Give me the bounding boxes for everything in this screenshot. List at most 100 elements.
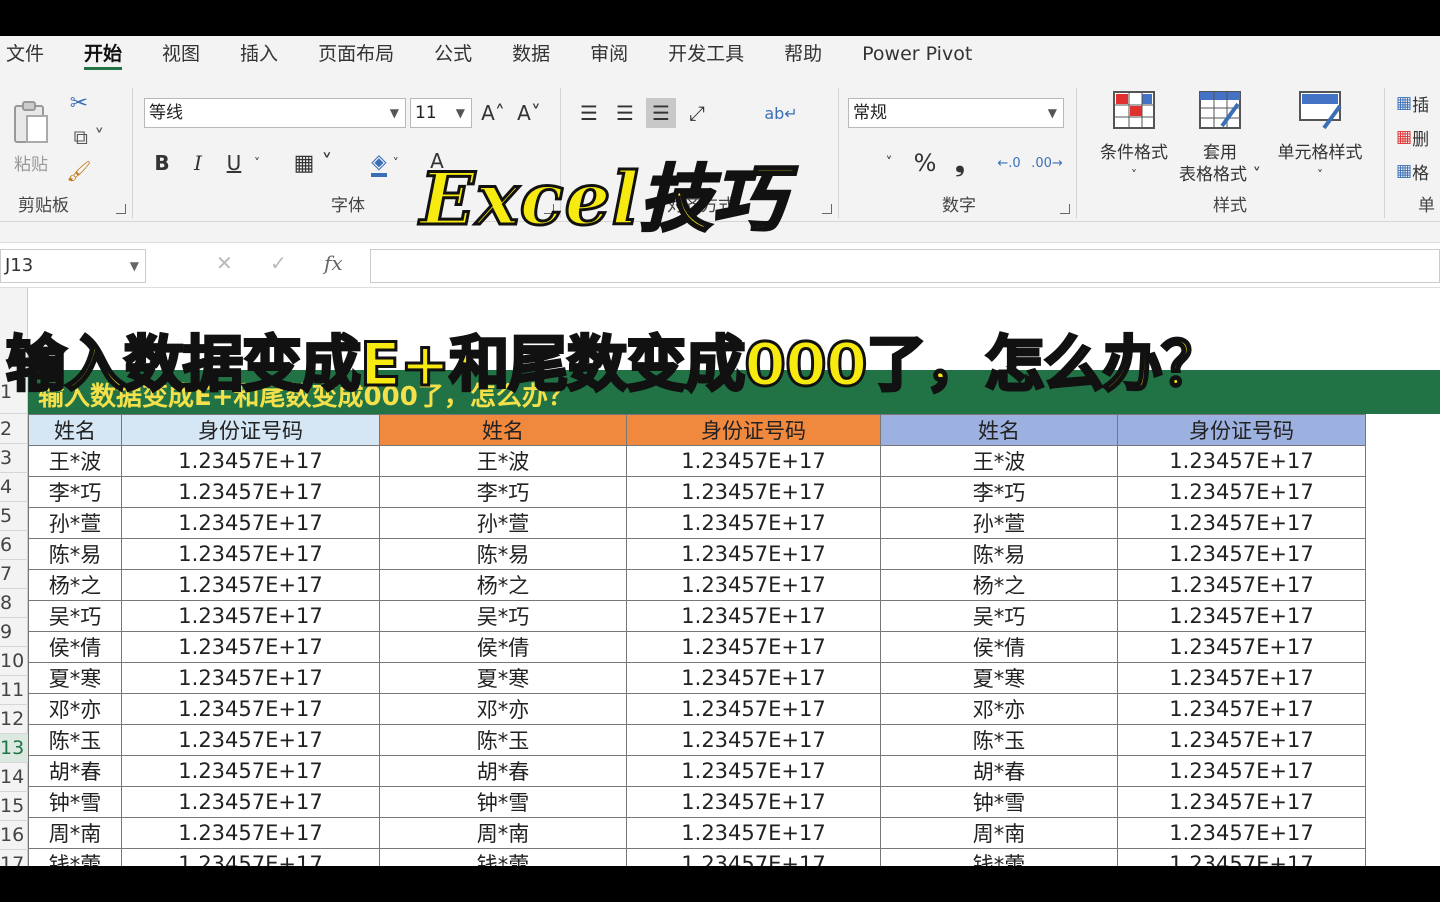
number-format-select[interactable]: 常规 ▼ <box>848 98 1064 128</box>
id-cell[interactable]: 1.23457E+17 <box>121 445 380 477</box>
cancel-icon[interactable]: ✕ <box>216 251 233 275</box>
tab-help[interactable]: 帮助 <box>764 36 842 72</box>
row-header[interactable]: 12 <box>0 705 28 734</box>
name-cell[interactable]: 周*南 <box>880 817 1118 849</box>
name-cell[interactable]: 周*南 <box>28 817 122 849</box>
number-launcher-icon[interactable] <box>1060 204 1070 214</box>
id-cell[interactable]: 1.23457E+17 <box>1117 445 1366 477</box>
middle-align-button[interactable]: ☰ <box>610 98 640 128</box>
formula-input[interactable] <box>370 249 1440 283</box>
increase-decimal-button[interactable]: ← .0 <box>992 148 1026 178</box>
italic-button[interactable]: I <box>186 148 210 178</box>
id-cell[interactable]: 1.23457E+17 <box>1117 569 1366 601</box>
row-header[interactable]: 7 <box>0 560 28 589</box>
id-cell[interactable]: 1.23457E+17 <box>1117 786 1366 818</box>
name-cell[interactable]: 吴*巧 <box>28 600 122 632</box>
name-box[interactable]: J13 ▼ <box>0 249 146 283</box>
id-cell[interactable]: 1.23457E+17 <box>1117 662 1366 694</box>
id-cell[interactable]: 1.23457E+17 <box>121 569 380 601</box>
row-header[interactable]: 17 <box>0 850 28 866</box>
name-cell[interactable]: 陈*玉 <box>28 724 122 756</box>
font-name-select[interactable]: 等线 ▼ <box>144 98 406 128</box>
comma-style-button[interactable]: ❟ <box>948 148 972 178</box>
id-cell[interactable]: 1.23457E+17 <box>626 724 881 756</box>
name-cell[interactable]: 侯*倩 <box>379 631 627 663</box>
row-header[interactable]: 6 <box>0 531 28 560</box>
font-size-select[interactable]: 11 ▼ <box>410 98 472 128</box>
row-header[interactable]: 3 <box>0 444 28 473</box>
id-cell[interactable]: 1.23457E+17 <box>1117 476 1366 508</box>
name-cell[interactable]: 李*巧 <box>880 476 1118 508</box>
percent-style-button[interactable]: % <box>910 148 940 178</box>
id-cell[interactable]: 1.23457E+17 <box>121 662 380 694</box>
id-cell[interactable]: 1.23457E+17 <box>121 786 380 818</box>
id-cell[interactable]: 1.23457E+17 <box>121 817 380 849</box>
id-cell[interactable]: 1.23457E+17 <box>121 724 380 756</box>
id-cell[interactable]: 1.23457E+17 <box>626 662 881 694</box>
row-header[interactable]: 9 <box>0 618 28 647</box>
header-cell[interactable]: 姓名 <box>28 414 122 446</box>
name-cell[interactable]: 夏*寒 <box>28 662 122 694</box>
row-header[interactable]: 15 <box>0 792 28 821</box>
name-cell[interactable]: 陈*易 <box>28 538 122 570</box>
name-cell[interactable]: 杨*之 <box>28 569 122 601</box>
id-cell[interactable]: 1.23457E+17 <box>626 817 881 849</box>
name-cell[interactable]: 钟*雪 <box>379 786 627 818</box>
row-header[interactable]: 11 <box>0 676 28 705</box>
id-cell[interactable]: 1.23457E+17 <box>626 755 881 787</box>
row-header-selected[interactable]: 13 <box>0 734 28 763</box>
tab-view[interactable]: 视图 <box>142 36 220 72</box>
id-cell[interactable]: 1.23457E+17 <box>121 476 380 508</box>
name-cell[interactable]: 邓*亦 <box>379 693 627 725</box>
top-align-button[interactable]: ☰ <box>574 98 604 128</box>
id-cell[interactable]: 1.23457E+17 <box>121 538 380 570</box>
enter-icon[interactable]: ✓ <box>270 251 287 275</box>
format-painter-button[interactable]: 🖌 <box>64 156 94 186</box>
cell-styles-button[interactable]: 单元格样式 ˅ <box>1270 90 1370 186</box>
name-cell[interactable]: 吴*巧 <box>379 600 627 632</box>
accounting-format-button[interactable]: ˅ <box>874 148 904 178</box>
name-cell[interactable]: 钟*雪 <box>28 786 122 818</box>
name-cell[interactable]: 孙*萱 <box>379 507 627 539</box>
format-cells-button[interactable]: ▦ 格 <box>1396 156 1440 186</box>
conditional-format-button[interactable]: 条件格式 ˅ <box>1086 90 1182 186</box>
row-header[interactable]: 16 <box>0 821 28 850</box>
id-cell[interactable]: 1.23457E+17 <box>1117 538 1366 570</box>
grow-font-button[interactable]: A˄ <box>478 98 508 128</box>
bottom-align-button[interactable]: ☰ <box>646 98 676 128</box>
row-header[interactable]: 2 <box>0 414 28 444</box>
name-cell[interactable]: 孙*萱 <box>880 507 1118 539</box>
tab-power-pivot[interactable]: Power Pivot <box>842 36 992 72</box>
name-cell[interactable]: 吴*巧 <box>880 600 1118 632</box>
header-cell[interactable]: 身份证号码 <box>121 414 380 446</box>
id-cell[interactable]: 1.23457E+17 <box>626 507 881 539</box>
bold-button[interactable]: B <box>150 148 174 178</box>
tab-insert[interactable]: 插入 <box>220 36 298 72</box>
name-cell[interactable]: 侯*倩 <box>28 631 122 663</box>
tab-home[interactable]: 开始 <box>64 36 142 72</box>
name-cell[interactable]: 陈*玉 <box>880 724 1118 756</box>
name-cell[interactable]: 邓*亦 <box>880 693 1118 725</box>
header-cell[interactable]: 身份证号码 <box>626 414 881 446</box>
paste-button[interactable]: 粘贴 <box>8 88 54 184</box>
fill-color-button[interactable]: ◈ ˅ <box>360 148 410 178</box>
name-cell[interactable]: 钟*雪 <box>880 786 1118 818</box>
name-cell[interactable]: 孙*萱 <box>28 507 122 539</box>
id-cell[interactable]: 1.23457E+17 <box>1117 693 1366 725</box>
name-cell[interactable]: 陈*易 <box>880 538 1118 570</box>
id-cell[interactable]: 1.23457E+17 <box>121 600 380 632</box>
alignment-launcher-icon[interactable] <box>822 204 832 214</box>
tab-file[interactable]: 文件 <box>0 36 64 72</box>
name-cell[interactable]: 胡*春 <box>379 755 627 787</box>
name-cell[interactable]: 王*波 <box>28 445 122 477</box>
header-cell[interactable]: 姓名 <box>379 414 627 446</box>
row-header[interactable]: 14 <box>0 763 28 792</box>
id-cell[interactable]: 1.23457E+17 <box>1117 724 1366 756</box>
header-cell[interactable]: 姓名 <box>880 414 1118 446</box>
id-cell[interactable]: 1.23457E+17 <box>626 786 881 818</box>
underline-dropdown[interactable]: ˅ <box>248 148 266 178</box>
id-cell[interactable]: 1.23457E+17 <box>626 538 881 570</box>
id-cell[interactable]: 1.23457E+17 <box>626 476 881 508</box>
tab-developer[interactable]: 开发工具 <box>648 36 764 72</box>
name-cell[interactable]: 陈*玉 <box>379 724 627 756</box>
